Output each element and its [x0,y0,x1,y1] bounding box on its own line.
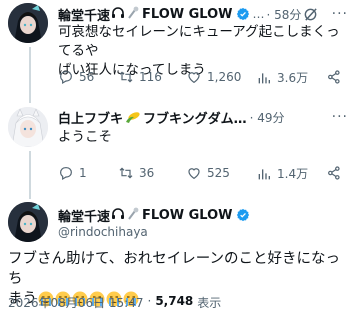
retweet-count: 36 [139,166,155,180]
headphones-icon [111,5,125,24]
retweet-button[interactable]: 116 [118,69,162,85]
share-button[interactable] [326,165,342,181]
retweet-icon [119,71,133,83]
more-options-icon[interactable]: ··· [332,109,348,125]
retweet-icon [119,167,133,179]
meta-separator: · [147,294,152,308]
avatar[interactable] [8,3,48,43]
tweet-3-meta: 2026年08月06日 15:47 · 5,748 表示 [8,294,221,311]
avatar[interactable] [8,202,48,242]
reply-button[interactable]: 1 [58,165,87,181]
share-button[interactable] [326,69,342,85]
like-button[interactable]: 525 [186,165,230,181]
like-button[interactable]: 1,260 [186,69,241,85]
display-name-suffix[interactable]: FLOW GLOW [142,208,233,223]
views-button[interactable]: 1.4万 [256,165,308,182]
display-name-suffix[interactable]: フブキングダム… [143,108,247,127]
microphone-icon [127,206,139,225]
view-count: 3.6万 [277,71,309,85]
tweet-3-header: 輪堂千速 FLOW GLOW [58,206,348,225]
corn-icon [125,110,141,124]
reply-icon [60,71,72,85]
display-name[interactable]: 輪堂千速 [58,5,110,24]
more-options-icon[interactable]: ··· [332,6,348,22]
avatar[interactable] [8,107,48,147]
tweet-text-line: フブさん助けて、おれセイレーンのこと好きになっち [8,251,341,287]
reply-count: 56 [79,70,95,84]
analytics-icon [258,168,270,179]
heart-icon [188,72,200,84]
analytics-icon [258,72,270,83]
timestamp[interactable]: · 49分 [250,109,285,126]
tweet-2-text: ようこそ [58,129,112,145]
views-button[interactable]: 3.6万 [256,69,308,86]
display-name[interactable]: 輪堂千速 [58,206,110,225]
retweet-count: 116 [139,70,162,84]
display-name[interactable]: 白上フブキ [58,108,123,127]
tweet-2-header: 白上フブキ フブキングダム… · 49分 ··· [58,108,348,127]
reply-count: 1 [79,166,87,180]
like-count: 525 [207,166,230,180]
timestamp[interactable]: · 58分 [267,6,302,23]
post-timestamp[interactable]: 2026年08月06日 15:47 [8,294,143,311]
name-ellipsis: … [252,7,265,21]
microphone-icon [127,5,139,24]
heart-icon [188,168,200,180]
tweet-text-line: 可哀想なセイレーンにキューアグ起こしまくってるや [58,24,340,59]
tweet-1-header: 輪堂千速 FLOW GLOW … · 58分 ··· [58,5,348,24]
share-icon [328,166,340,180]
views-count: 5,748 [155,294,194,308]
thread-line [29,151,31,199]
retweet-button[interactable]: 36 [118,165,154,181]
grok-icon[interactable] [303,7,318,22]
share-icon [328,70,340,84]
thread-line [29,47,31,103]
views-label: 表示 [197,296,222,310]
verified-badge-icon [236,7,250,21]
view-count: 1.4万 [277,167,309,181]
display-name-suffix[interactable]: FLOW GLOW [142,7,233,22]
headphones-icon [111,206,125,225]
tweet-1-actions: 56 116 1,260 3.6万 [58,69,344,87]
user-handle[interactable]: @rindochihaya [58,225,148,239]
reply-icon [60,167,72,181]
tweet-2-actions: 1 36 525 1.4万 [58,165,344,183]
verified-badge-icon [236,208,250,222]
like-count: 1,260 [207,70,242,84]
reply-button[interactable]: 56 [58,69,94,85]
